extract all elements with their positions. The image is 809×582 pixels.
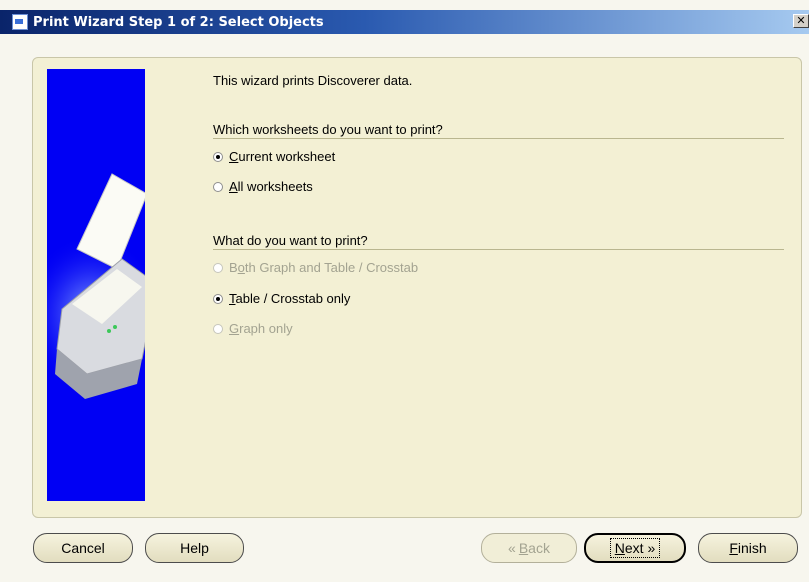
radio-button[interactable] — [213, 181, 223, 192]
radio-table-crosstab-only[interactable]: Table / Crosstab only — [213, 291, 350, 306]
finish-label: Finish — [729, 540, 767, 556]
radio-button[interactable] — [213, 323, 223, 334]
radio-button[interactable] — [213, 262, 223, 273]
app-icon — [12, 14, 28, 30]
intro-text: This wizard prints Discoverer data. — [213, 73, 413, 88]
radio-label: Current worksheet — [229, 149, 336, 164]
section-divider — [213, 138, 784, 139]
printer-icon — [47, 173, 145, 399]
radio-current-worksheet[interactable]: Current worksheet — [213, 149, 335, 164]
radio-button[interactable] — [213, 151, 223, 162]
radio-both-graph-table[interactable]: Both Graph and Table / Crosstab — [213, 260, 418, 275]
cancel-label: Cancel — [61, 540, 105, 556]
worksheets-question: Which worksheets do you want to print? — [213, 122, 443, 137]
help-label: Help — [180, 540, 209, 556]
radio-label: All worksheets — [229, 179, 313, 194]
radio-button[interactable] — [213, 293, 223, 304]
print-question: What do you want to print? — [213, 233, 368, 248]
next-arrow-icon: » — [647, 540, 656, 556]
back-label: Back — [518, 540, 550, 556]
back-button[interactable]: « Back — [481, 533, 577, 563]
cancel-button[interactable]: Cancel — [33, 533, 133, 563]
wizard-illustration — [47, 69, 145, 501]
finish-button[interactable]: Finish — [698, 533, 798, 563]
help-button[interactable]: Help — [145, 533, 244, 563]
radio-all-worksheets[interactable]: All worksheets — [213, 179, 313, 194]
radio-graph-only[interactable]: Graph only — [213, 321, 293, 336]
window-title: Print Wizard Step 1 of 2: Select Objects — [33, 14, 324, 30]
back-arrow-icon: « — [508, 540, 516, 556]
radio-label: Table / Crosstab only — [229, 291, 351, 306]
next-button[interactable]: Next » — [584, 533, 686, 563]
radio-label: Both Graph and Table / Crosstab — [229, 260, 419, 275]
radio-label: Graph only — [229, 321, 293, 336]
title-bar: Print Wizard Step 1 of 2: Select Objects… — [0, 10, 809, 34]
next-label: Next » — [609, 538, 661, 558]
section-divider — [213, 249, 784, 250]
close-button[interactable]: ✕ — [793, 14, 809, 28]
